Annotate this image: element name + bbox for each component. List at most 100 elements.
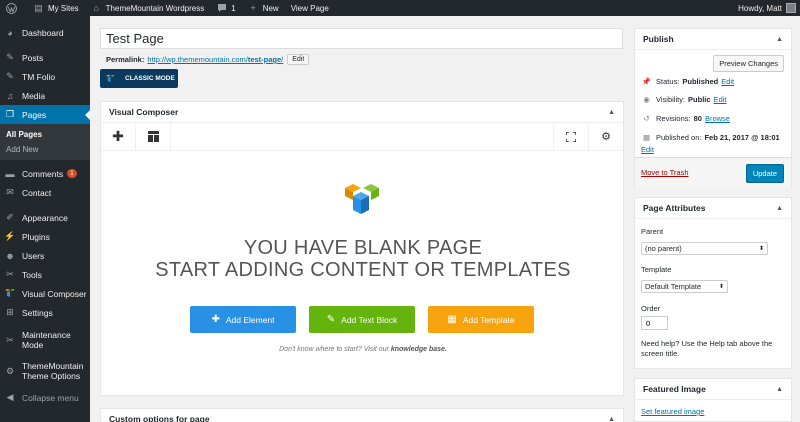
preview-changes-button[interactable]: Preview Changes	[713, 55, 784, 72]
published-on-row: ▦ Published on: Feb 21, 2017 @ 18:01	[641, 133, 783, 142]
eye-icon: ◉	[643, 95, 650, 104]
collapse-icon: ◀	[6, 392, 14, 402]
collapse-arrow-icon[interactable]: ▲	[776, 36, 783, 43]
template-icon	[147, 131, 159, 142]
sidebar-item-contact[interactable]: ✉ Contact	[0, 183, 90, 202]
wordpress-logo-button[interactable]	[0, 0, 27, 16]
new-content-menu[interactable]: + New	[242, 0, 285, 16]
sidebar-item-label: Plugins	[22, 231, 50, 242]
permalink-edit-button[interactable]: Edit	[287, 54, 310, 65]
custom-options-title: Custom options for page	[109, 414, 210, 422]
collapse-arrow-icon[interactable]: ▲	[608, 109, 615, 116]
pin-icon: 📌	[641, 77, 652, 86]
published-on-edit-link[interactable]: Edit	[641, 145, 654, 154]
sidebar-item-appearance[interactable]: ✐ Appearance	[0, 208, 90, 227]
sidebar-item-tools[interactable]: ✂ Tools	[0, 265, 90, 284]
visual-composer-box: Visual Composer ▲ ✚ ⚙ YOU HAVE BLANK PAG…	[100, 101, 624, 396]
wordpress-logo-icon	[6, 2, 17, 14]
pushpin-icon: ✎	[6, 71, 14, 81]
sidebar-item-maintenance-mode[interactable]: ✂ Maintenance Mode	[0, 326, 90, 354]
comment-icon: ▬	[5, 168, 15, 179]
submenu-add-new[interactable]: Add New	[0, 142, 90, 157]
vc-help-prefix: Don't know where to start? Visit our	[279, 346, 389, 353]
published-on-value: Feb 21, 2017 @ 18:01	[704, 133, 780, 142]
publish-title: Publish	[643, 34, 674, 44]
featured-image-title: Featured Image	[643, 384, 706, 394]
collapse-arrow-icon[interactable]: ▲	[776, 205, 783, 212]
sidebar-item-settings[interactable]: ⊞ Settings	[0, 303, 90, 322]
permalink-link[interactable]: http://wp.thememountain.com/test-page/	[147, 55, 283, 64]
revisions-icon: ↺	[643, 114, 650, 123]
sidebar-item-label: ThemeMountain Theme Options	[22, 361, 84, 381]
account-menu[interactable]: Howdy, Matt	[738, 3, 800, 13]
add-text-block-button[interactable]: ✎ Add Text Block	[309, 306, 415, 333]
move-to-trash-link[interactable]: Move to Trash	[641, 168, 689, 177]
plus-icon: ✚	[112, 128, 124, 144]
sidebar-item-media[interactable]: ♫ Media	[0, 86, 90, 105]
title-input[interactable]	[100, 28, 623, 49]
comments-menu[interactable]: 1	[210, 0, 241, 16]
comments-count: 1	[231, 3, 236, 13]
howdy-label: Howdy, Matt	[738, 3, 782, 13]
sidebar-item-theme-options[interactable]: ⚙ ThemeMountain Theme Options	[0, 357, 90, 385]
add-element-toolbar-button[interactable]: ✚	[101, 122, 136, 151]
sidebar-item-visual-composer[interactable]: Visual Composer	[0, 284, 90, 303]
plus-icon: ✚	[211, 314, 220, 325]
dashboard-icon: ◕	[7, 27, 13, 38]
sidebar-item-label: Maintenance Mode	[22, 330, 71, 350]
sidebar-item-comments[interactable]: ▬ Comments 1	[0, 164, 90, 183]
sidebar-item-pages[interactable]: ❐ Pages	[0, 105, 90, 124]
site-name-menu[interactable]: ⌂ ThemeMountain Wordpress	[85, 0, 211, 16]
brush-icon: ✐	[6, 212, 14, 222]
add-template-button[interactable]: ▦ Add Template	[428, 306, 534, 333]
revisions-value: 80	[693, 114, 702, 123]
sidebar-item-label: Media	[22, 90, 46, 101]
permalink-row: Permalink: http://wp.thememountain.com/t…	[106, 54, 310, 65]
submenu-all-pages[interactable]: All Pages	[0, 127, 90, 142]
chevron-updown-icon: ⬍	[758, 246, 764, 252]
add-element-button[interactable]: ✚ Add Element	[190, 306, 296, 333]
sidebar-item-dashboard[interactable]: ◕ Dashboard	[0, 23, 90, 42]
parent-select[interactable]: (no parent) ⬍	[641, 242, 768, 255]
parent-select-value: (no parent)	[645, 244, 682, 253]
collapse-arrow-icon[interactable]: ▲	[608, 416, 615, 422]
visibility-edit-link[interactable]: Edit	[714, 95, 727, 104]
browse-revisions-link[interactable]: Browse	[705, 114, 730, 123]
sidebar-item-users[interactable]: ☻ Users	[0, 246, 90, 265]
collapse-arrow-icon[interactable]: ▲	[776, 386, 783, 393]
classic-mode-button[interactable]: CLASSIC MODE	[100, 69, 178, 88]
sidebar-item-label: Settings	[22, 307, 53, 318]
wrench-icon: ✂	[6, 335, 14, 345]
edit-icon: ✎	[326, 314, 336, 325]
sidebar-item-tm-folio[interactable]: ✎ TM Folio	[0, 67, 90, 86]
update-button[interactable]: Update	[745, 164, 784, 183]
fullscreen-toolbar-button[interactable]	[553, 122, 588, 151]
editor-main: Permalink: http://wp.thememountain.com/t…	[100, 16, 624, 422]
sidebar-item-plugins[interactable]: ⚡ Plugins	[0, 227, 90, 246]
blank-page-subheading: START ADDING CONTENT OR TEMPLATES	[155, 259, 571, 281]
settings-toolbar-button[interactable]: ⚙	[588, 122, 623, 151]
vc-toolbar: ✚ ⚙	[101, 122, 623, 151]
visibility-label: Visibility:	[656, 95, 686, 104]
template-select[interactable]: Default Template ⬍	[641, 280, 728, 293]
revisions-label: Revisions:	[656, 114, 691, 123]
published-on-label: Published on:	[656, 133, 702, 142]
sidebar-item-label: Comments	[22, 168, 64, 179]
status-edit-link[interactable]: Edit	[721, 77, 734, 86]
permalink-base: http://wp.thememountain.com/	[147, 55, 248, 64]
status-value: Published	[682, 77, 719, 86]
knowledge-base-link[interactable]: knowledge base.	[391, 346, 447, 353]
vc-box-title: Visual Composer	[109, 107, 179, 117]
sidebar-item-label: Contact	[22, 187, 52, 198]
templates-toolbar-button[interactable]	[136, 122, 171, 151]
collapse-menu-button[interactable]: ◀ Collapse menu	[0, 388, 90, 407]
set-featured-image-link[interactable]: Set featured image	[641, 407, 704, 416]
publish-footer: Move to Trash Update	[635, 157, 791, 188]
permalink-slug: test-page	[247, 55, 282, 64]
order-input[interactable]	[641, 316, 668, 330]
my-sites-menu[interactable]: ▤ My Sites	[27, 0, 85, 16]
view-page-link[interactable]: View Page	[285, 0, 335, 16]
custom-options-box: Custom options for page ▲	[100, 408, 624, 422]
sidebar-item-posts[interactable]: ✎ Posts	[0, 48, 90, 67]
admin-sidebar: ◕ Dashboard ✎ Posts ✎ TM Folio ♫ Media ❐…	[0, 16, 90, 422]
